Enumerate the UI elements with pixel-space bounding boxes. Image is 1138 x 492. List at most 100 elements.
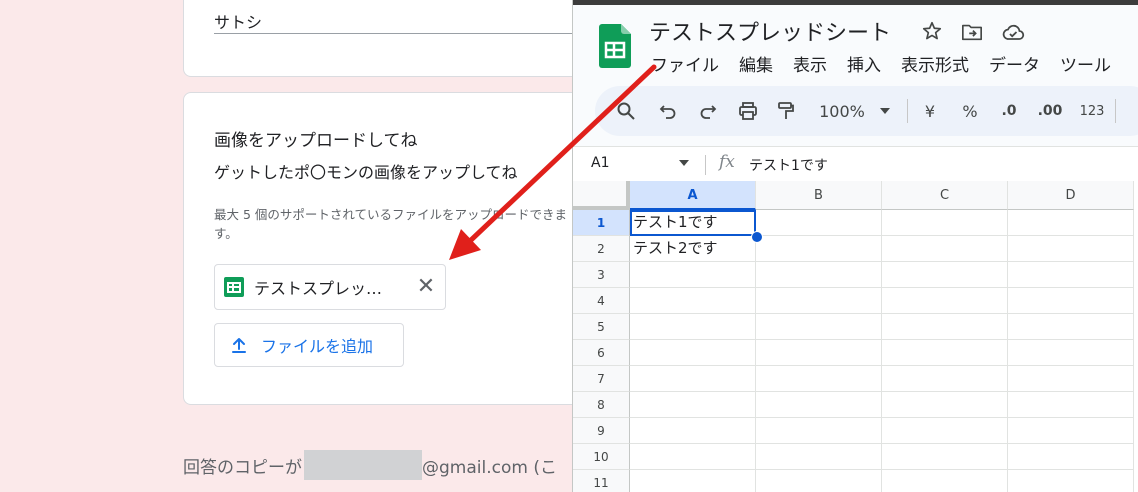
- remove-file-close-icon[interactable]: ✕: [416, 276, 436, 298]
- row-header-10[interactable]: 10: [573, 444, 630, 470]
- cell-b10[interactable]: [756, 444, 882, 470]
- menu-tools[interactable]: ツール: [1060, 51, 1111, 76]
- number-format-button[interactable]: 123: [1075, 86, 1109, 136]
- currency-format-button[interactable]: ¥: [917, 86, 943, 136]
- fill-handle[interactable]: [751, 231, 763, 243]
- cell-a8[interactable]: [630, 392, 756, 418]
- add-file-button[interactable]: ファイルを追加: [214, 323, 404, 367]
- response-copy-notice: 回答のコピーが @gmail.com (こ: [183, 450, 557, 480]
- active-cell-selection: [630, 210, 756, 236]
- cell-c7[interactable]: [882, 366, 1008, 392]
- menu-format[interactable]: 表示形式: [901, 51, 969, 76]
- cell-a7[interactable]: [630, 366, 756, 392]
- zoom-dropdown-arrow-icon[interactable]: [877, 86, 893, 136]
- cell-a11[interactable]: [630, 470, 756, 492]
- column-header-b[interactable]: B: [756, 181, 882, 210]
- cell-a6[interactable]: [630, 340, 756, 366]
- formula-bar: A1 fx テスト1です: [573, 146, 1138, 181]
- cell-c11[interactable]: [882, 470, 1008, 492]
- cell-b5[interactable]: [756, 314, 882, 340]
- star-icon[interactable]: [921, 20, 943, 42]
- cell-b6[interactable]: [756, 340, 882, 366]
- cell-d4[interactable]: [1008, 288, 1134, 314]
- cell-b9[interactable]: [756, 418, 882, 444]
- row-header-2[interactable]: 2: [573, 236, 630, 262]
- menu-file[interactable]: ファイル: [651, 51, 719, 76]
- cell-a4[interactable]: [630, 288, 756, 314]
- row-header-1[interactable]: 1: [573, 210, 630, 236]
- cell-d11[interactable]: [1008, 470, 1134, 492]
- cell-c2[interactable]: [882, 236, 1008, 262]
- percent-format-button[interactable]: %: [957, 86, 983, 136]
- cell-a5[interactable]: [630, 314, 756, 340]
- sheets-logo-icon[interactable]: [599, 24, 631, 68]
- cell-d3[interactable]: [1008, 262, 1134, 288]
- cell-b3[interactable]: [756, 262, 882, 288]
- select-all-corner[interactable]: [573, 181, 630, 210]
- column-header-a[interactable]: A: [630, 181, 756, 210]
- cell-a2[interactable]: テスト2です: [630, 236, 756, 262]
- menu-data[interactable]: データ: [989, 51, 1040, 76]
- row-header-9[interactable]: 9: [573, 418, 630, 444]
- cloud-saved-icon[interactable]: [1001, 22, 1025, 42]
- cell-c1[interactable]: [882, 210, 1008, 236]
- cell-b8[interactable]: [756, 392, 882, 418]
- document-title[interactable]: テストスプレッドシート: [649, 15, 891, 47]
- cell-d10[interactable]: [1008, 444, 1134, 470]
- cell-c8[interactable]: [882, 392, 1008, 418]
- name-box-dropdown-icon[interactable]: [679, 160, 689, 166]
- cell-c6[interactable]: [882, 340, 1008, 366]
- row-header-5[interactable]: 5: [573, 314, 630, 340]
- cell-d5[interactable]: [1008, 314, 1134, 340]
- formula-input[interactable]: テスト1です: [749, 155, 828, 175]
- paint-format-icon[interactable]: [773, 86, 799, 136]
- cell-c4[interactable]: [882, 288, 1008, 314]
- number-format-label: 123: [1079, 103, 1105, 119]
- move-folder-icon[interactable]: [961, 22, 983, 42]
- cell-b11[interactable]: [756, 470, 882, 492]
- decrease-decimal-button[interactable]: .0: [993, 86, 1025, 136]
- cell-b1[interactable]: [756, 210, 882, 236]
- menu-insert[interactable]: 挿入: [847, 51, 881, 76]
- row-header-7[interactable]: 7: [573, 366, 630, 392]
- column-header-d[interactable]: D: [1008, 181, 1134, 210]
- cell-a9[interactable]: [630, 418, 756, 444]
- cell-b7[interactable]: [756, 366, 882, 392]
- menu-view[interactable]: 表示: [793, 51, 827, 76]
- cell-b2[interactable]: [756, 236, 882, 262]
- cell-c3[interactable]: [882, 262, 1008, 288]
- window-top-edge: [573, 0, 1138, 5]
- cell-d6[interactable]: [1008, 340, 1134, 366]
- undo-icon[interactable]: [655, 86, 681, 136]
- zoom-select[interactable]: 100%: [811, 86, 873, 136]
- question-description: ゲットしたポ〇モンの画像をアップしてね: [214, 163, 518, 182]
- row-header-4[interactable]: 4: [573, 288, 630, 314]
- name-answer-text[interactable]: サトシ: [214, 9, 262, 33]
- menu-edit[interactable]: 編集: [739, 51, 773, 76]
- cell-d8[interactable]: [1008, 392, 1134, 418]
- cell-c5[interactable]: [882, 314, 1008, 340]
- row-header-11[interactable]: 11: [573, 470, 630, 492]
- row-header-6[interactable]: 6: [573, 340, 630, 366]
- cell-d9[interactable]: [1008, 418, 1134, 444]
- search-menus-icon[interactable]: [613, 86, 639, 136]
- row-header-8[interactable]: 8: [573, 392, 630, 418]
- print-icon[interactable]: [735, 86, 761, 136]
- cell-c10[interactable]: [882, 444, 1008, 470]
- uploaded-file-chip[interactable]: テストスプレッ… ✕: [214, 264, 446, 310]
- column-header-c[interactable]: C: [882, 181, 1008, 210]
- cell-b4[interactable]: [756, 288, 882, 314]
- increase-decimal-button[interactable]: .00: [1032, 86, 1068, 136]
- sheets-window: テストスプレッドシート ファイル 編集 表示 挿入 表示形式 データ ツール 1…: [572, 0, 1138, 492]
- cell-d7[interactable]: [1008, 366, 1134, 392]
- cell-a3[interactable]: [630, 262, 756, 288]
- cell-c9[interactable]: [882, 418, 1008, 444]
- cell-a10[interactable]: [630, 444, 756, 470]
- row-header-3[interactable]: 3: [573, 262, 630, 288]
- name-box[interactable]: A1: [591, 155, 609, 171]
- sheets-file-icon: [224, 277, 244, 297]
- redo-icon[interactable]: [695, 86, 721, 136]
- cell-d2[interactable]: [1008, 236, 1134, 262]
- cell-d1[interactable]: [1008, 210, 1134, 236]
- decrease-decimal-label: .0: [1001, 103, 1017, 119]
